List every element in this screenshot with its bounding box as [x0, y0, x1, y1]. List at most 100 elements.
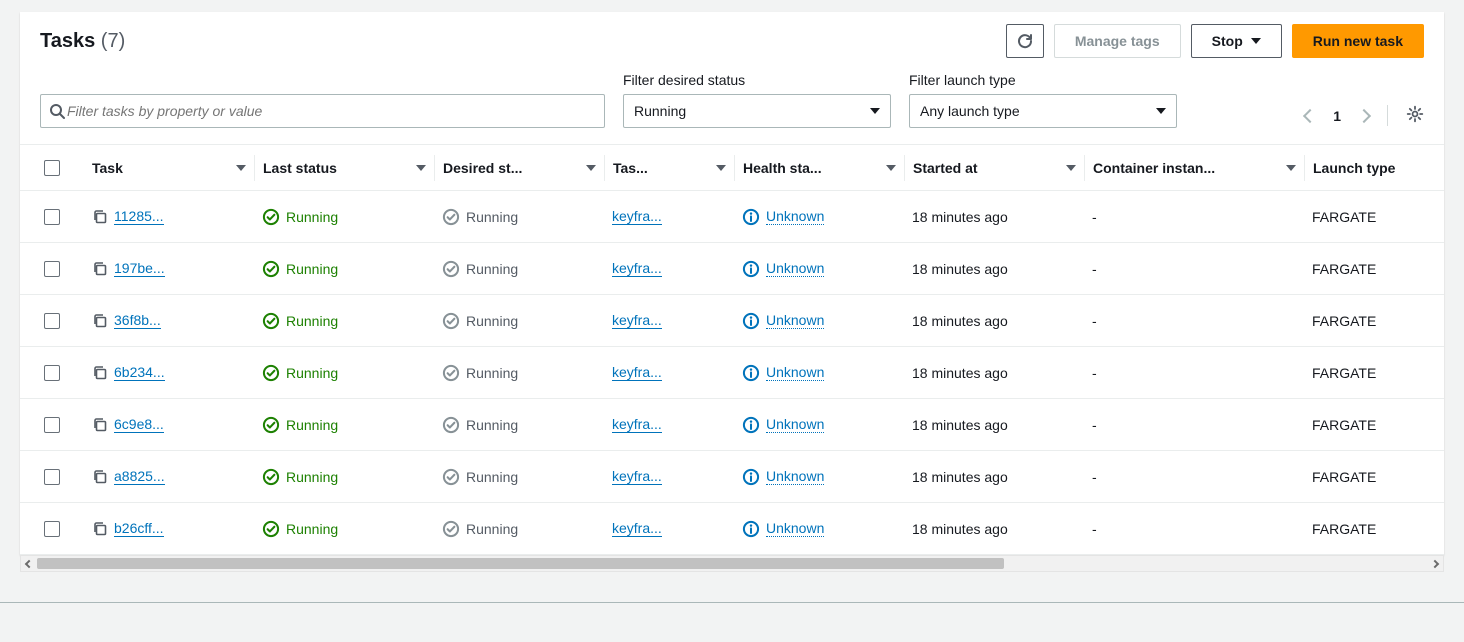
search-box[interactable]: [40, 94, 605, 128]
desired-status-value: Running: [466, 417, 518, 433]
sort-icon: [1066, 165, 1076, 171]
row-checkbox[interactable]: [44, 209, 60, 225]
title-text: Tasks: [40, 30, 95, 52]
copy-icon[interactable]: [92, 417, 108, 433]
col-health[interactable]: Health sta...: [734, 155, 904, 181]
task-link[interactable]: b26cff...: [114, 520, 164, 537]
health-status-value[interactable]: Unknown: [766, 520, 824, 537]
info-icon: [742, 468, 760, 486]
copy-icon[interactable]: [92, 209, 108, 225]
refresh-button[interactable]: [1006, 24, 1044, 58]
horizontal-scrollbar[interactable]: [20, 555, 1444, 572]
row-checkbox[interactable]: [44, 365, 60, 381]
filter-tasks-input[interactable]: [65, 102, 596, 120]
col-container-instance[interactable]: Container instan...: [1084, 155, 1304, 181]
task-def-link[interactable]: keyfra...: [612, 416, 662, 433]
task-link[interactable]: 197be...: [114, 260, 165, 277]
row-checkbox[interactable]: [44, 261, 60, 277]
manage-tags-button[interactable]: Manage tags: [1054, 24, 1181, 58]
stop-label: Stop: [1212, 31, 1243, 51]
scroll-left-arrow[interactable]: [21, 556, 37, 571]
health-status-value[interactable]: Unknown: [766, 312, 824, 329]
health-status-value[interactable]: Unknown: [766, 364, 824, 381]
check-circle-icon: [262, 416, 280, 434]
task-def-link[interactable]: keyfra...: [612, 208, 662, 225]
copy-icon[interactable]: [92, 521, 108, 537]
row-checkbox[interactable]: [44, 313, 60, 329]
next-page-button[interactable]: [1357, 108, 1371, 122]
copy-icon[interactable]: [92, 469, 108, 485]
health-status-value[interactable]: Unknown: [766, 416, 824, 433]
check-circle-icon: [442, 520, 460, 538]
col-started[interactable]: Started at: [904, 155, 1084, 181]
started-at-value: 18 minutes ago: [904, 313, 1084, 329]
health-status-value[interactable]: Unknown: [766, 208, 824, 225]
search-col: [40, 94, 605, 128]
table-row: 6b234... Running Running keyfra... Unkno…: [20, 347, 1444, 399]
task-def-link[interactable]: keyfra...: [612, 312, 662, 329]
health-status-value[interactable]: Unknown: [766, 468, 824, 485]
info-icon: [742, 260, 760, 278]
run-new-task-button[interactable]: Run new task: [1292, 24, 1424, 58]
desired-status-select[interactable]: Running: [623, 94, 891, 128]
health-status-value[interactable]: Unknown: [766, 260, 824, 277]
info-icon: [742, 520, 760, 538]
prev-page-button[interactable]: [1303, 108, 1317, 122]
scrollbar-thumb[interactable]: [37, 558, 1004, 569]
panel-header: Tasks (7) Manage tags Stop Run new task: [20, 12, 1444, 66]
divider: [0, 602, 1464, 603]
task-link[interactable]: a8825...: [114, 468, 165, 485]
col-desired-status[interactable]: Desired st...: [434, 155, 604, 181]
copy-icon[interactable]: [92, 365, 108, 381]
copy-icon[interactable]: [92, 261, 108, 277]
caret-down-icon: [1251, 38, 1261, 44]
container-instance-value: -: [1084, 417, 1304, 433]
col-task-def[interactable]: Tas...: [604, 155, 734, 181]
copy-icon[interactable]: [92, 313, 108, 329]
sort-icon: [886, 165, 896, 171]
check-circle-icon: [262, 260, 280, 278]
container-instance-value: -: [1084, 209, 1304, 225]
header-actions: Manage tags Stop Run new task: [1006, 24, 1424, 58]
row-checkbox[interactable]: [44, 417, 60, 433]
last-status-value: Running: [286, 365, 338, 381]
launch-type-value: Any launch type: [920, 103, 1020, 119]
task-def-link[interactable]: keyfra...: [612, 260, 662, 277]
gear-icon: [1406, 105, 1424, 123]
row-checkbox[interactable]: [44, 521, 60, 537]
task-link[interactable]: 6c9e8...: [114, 416, 164, 433]
task-def-link[interactable]: keyfra...: [612, 520, 662, 537]
col-task[interactable]: Task: [84, 155, 254, 181]
info-icon: [742, 364, 760, 382]
check-circle-icon: [262, 208, 280, 226]
page-number: 1: [1333, 108, 1341, 124]
info-icon: [742, 208, 760, 226]
sort-icon: [1286, 165, 1296, 171]
task-link[interactable]: 6b234...: [114, 364, 165, 381]
info-icon: [742, 312, 760, 330]
scroll-right-arrow[interactable]: [1427, 556, 1443, 571]
task-link[interactable]: 36f8b...: [114, 312, 161, 329]
sort-icon: [236, 165, 246, 171]
launch-type-select[interactable]: Any launch type: [909, 94, 1177, 128]
desired-status-value: Running: [466, 261, 518, 277]
task-def-link[interactable]: keyfra...: [612, 364, 662, 381]
check-circle-icon: [442, 208, 460, 226]
task-def-link[interactable]: keyfra...: [612, 468, 662, 485]
check-circle-icon: [262, 520, 280, 538]
task-link[interactable]: 11285...: [114, 208, 164, 225]
last-status-value: Running: [286, 521, 338, 537]
check-circle-icon: [442, 260, 460, 278]
col-last-status[interactable]: Last status: [254, 155, 434, 181]
launch-type-value: FARGATE: [1304, 469, 1414, 485]
settings-button[interactable]: [1387, 105, 1424, 126]
check-circle-icon: [442, 364, 460, 382]
sort-icon: [716, 165, 726, 171]
col-launch-type[interactable]: Launch type: [1304, 155, 1414, 181]
stop-button[interactable]: Stop: [1191, 24, 1282, 58]
table-row: 11285... Running Running keyfra... Unkno…: [20, 191, 1444, 243]
launch-type-value: FARGATE: [1304, 261, 1414, 277]
row-checkbox[interactable]: [44, 469, 60, 485]
select-all-checkbox[interactable]: [44, 160, 60, 176]
caret-down-icon: [870, 108, 880, 114]
